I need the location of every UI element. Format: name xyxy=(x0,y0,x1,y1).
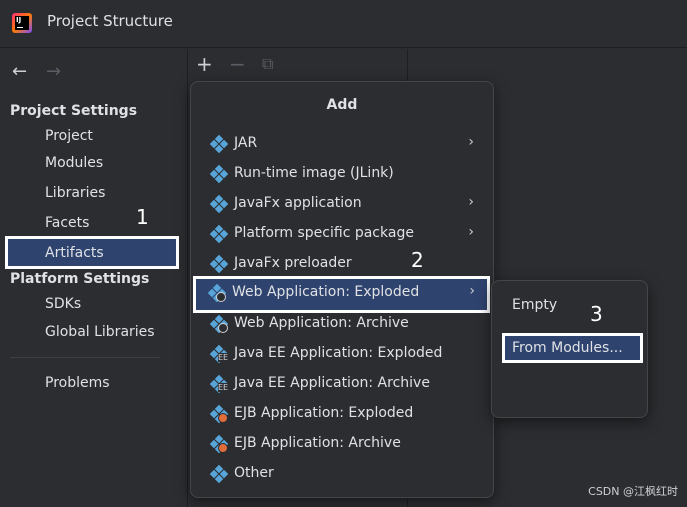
copy-icon[interactable]: ⧉ xyxy=(262,54,273,74)
web-artifact-icon xyxy=(207,283,227,303)
popup-title: Add xyxy=(326,97,358,113)
javaee-artifact-icon: EE xyxy=(209,344,229,364)
step-annotation-3: 3 xyxy=(590,302,603,326)
menu-item-label: EJB Application: Archive xyxy=(234,435,401,451)
submenu-item-empty[interactable]: Empty xyxy=(512,297,557,313)
artifact-icon xyxy=(209,224,229,244)
sidebar-item-artifacts[interactable]: Artifacts xyxy=(45,245,104,261)
menu-item-label: Web Application: Archive xyxy=(234,315,409,331)
remove-icon[interactable]: − xyxy=(229,54,246,74)
submenu-item-from-modules[interactable]: From Modules... xyxy=(502,333,643,363)
menu-item-javafx-preloader[interactable]: JavaFx preloader xyxy=(198,250,486,278)
chevron-right-icon: › xyxy=(469,283,475,299)
menu-item-web-application-exploded[interactable]: Web Application: Exploded › xyxy=(193,276,490,313)
submenu-item-from-modules-label: From Modules... xyxy=(512,340,623,356)
chevron-right-icon: › xyxy=(468,194,474,210)
ejb-artifact-icon xyxy=(209,434,229,454)
window-title: Project Structure xyxy=(47,12,173,30)
sidebar-divider xyxy=(10,357,160,358)
web-artifact-icon xyxy=(209,314,229,334)
menu-item-jar[interactable]: JAR › xyxy=(198,130,486,158)
sidebar-item-facets[interactable]: Facets xyxy=(45,215,89,231)
watermark: CSDN @江枫红时 xyxy=(588,485,678,498)
menu-item-label: Java EE Application: Exploded xyxy=(234,345,443,361)
add-icon[interactable]: + xyxy=(196,54,213,74)
menu-item-platform-specific-package[interactable]: Platform specific package › xyxy=(198,220,486,248)
project-settings-header: Project Settings xyxy=(10,103,138,119)
javaee-artifact-icon: EE xyxy=(209,374,229,394)
menu-item-other[interactable]: Other xyxy=(198,460,486,488)
menu-item-label: JAR xyxy=(234,135,258,151)
platform-settings-header: Platform Settings xyxy=(10,271,150,287)
step-annotation-2: 2 xyxy=(411,248,424,272)
menu-item-label: Web Application: Exploded xyxy=(232,284,420,300)
menu-item-label: Run-time image (JLink) xyxy=(234,165,394,181)
forward-arrow-icon[interactable]: → xyxy=(46,61,61,82)
artifact-icon xyxy=(209,254,229,274)
sidebar-item-project[interactable]: Project xyxy=(45,128,93,144)
menu-item-ejb-application-exploded[interactable]: EJB Application: Exploded xyxy=(198,400,486,428)
chevron-right-icon: › xyxy=(468,224,474,240)
menu-item-label: Java EE Application: Archive xyxy=(234,375,430,391)
artifact-icon xyxy=(209,134,229,154)
menu-item-label: EJB Application: Exploded xyxy=(234,405,414,421)
sidebar-item-global-libraries[interactable]: Global Libraries xyxy=(45,324,155,340)
sidebar-item-sdks[interactable]: SDKs xyxy=(45,296,81,312)
menu-item-label: Platform specific package xyxy=(234,225,414,241)
artifact-icon xyxy=(209,194,229,214)
menu-item-label: Other xyxy=(234,465,274,481)
menu-item-java-ee-application-archive[interactable]: EE Java EE Application: Archive xyxy=(198,370,486,398)
artifact-icon xyxy=(209,464,229,484)
back-arrow-icon[interactable]: ← xyxy=(12,61,27,82)
artifact-icon xyxy=(209,164,229,184)
chevron-right-icon: › xyxy=(468,134,474,150)
intellij-logo-icon: IJ xyxy=(12,13,32,33)
menu-item-label: JavaFx application xyxy=(234,195,362,211)
menu-item-web-application-archive[interactable]: Web Application: Archive xyxy=(198,310,486,338)
menu-item-run-time-image-jlink[interactable]: Run-time image (JLink) xyxy=(198,160,486,188)
menu-item-javafx-application[interactable]: JavaFx application › xyxy=(198,190,486,218)
ejb-artifact-icon xyxy=(209,404,229,424)
menu-item-ejb-application-archive[interactable]: EJB Application: Archive xyxy=(198,430,486,458)
title-bar: IJ Project Structure xyxy=(0,0,687,48)
menu-item-java-ee-application-exploded[interactable]: EE Java EE Application: Exploded xyxy=(198,340,486,368)
sidebar-item-problems[interactable]: Problems xyxy=(45,375,110,391)
sidebar-item-libraries[interactable]: Libraries xyxy=(45,185,105,201)
menu-item-label: JavaFx preloader xyxy=(234,255,352,271)
web-exploded-submenu: Empty From Modules... xyxy=(491,280,648,418)
sidebar-item-modules[interactable]: Modules xyxy=(45,155,103,171)
step-annotation-1: 1 xyxy=(136,205,149,229)
